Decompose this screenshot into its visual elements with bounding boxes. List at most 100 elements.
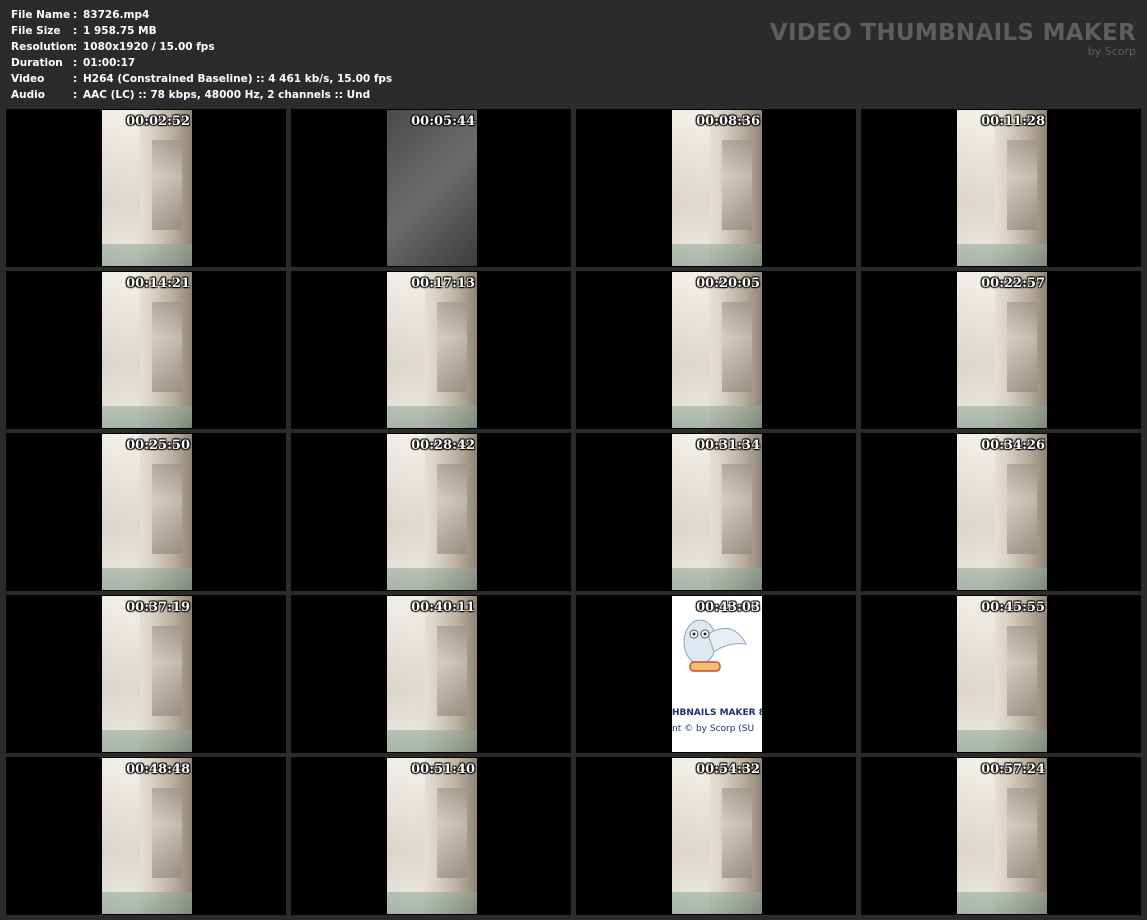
frame-window-shape [722,140,752,230]
video-frame-image [102,758,192,914]
frame-floor-shape [672,568,762,590]
thumbnail-cell[interactable]: 00:11:28 [861,109,1141,267]
frame-floor-shape [957,730,1047,752]
thumbnail-cell[interactable]: 00:08:36 [576,109,856,267]
frame-bed-shape [957,596,995,752]
frame-bed-shape [672,272,710,428]
frame-floor-shape [672,406,762,428]
frame-bed-shape [102,272,140,428]
frame-floor-shape [672,892,762,914]
frame-floor-shape [957,406,1047,428]
frame-window-shape [1007,788,1037,878]
timestamp-label: 00:43:03 [696,600,760,615]
meta-separator: : [73,9,78,21]
meta-value: 83726.mp4 [83,9,150,21]
frame-floor-shape [102,244,192,266]
frame-window-shape [437,302,467,392]
thumbnail-cell[interactable]: 00:57:24 [861,757,1141,915]
frame-window-shape [1007,464,1037,554]
frame-window-shape [722,788,752,878]
meta-separator: : [73,89,78,101]
timestamp-label: 00:05:44 [411,114,475,129]
frame-bed-shape [957,434,995,590]
thumbnail-cell[interactable]: 00:45:55 [861,595,1141,753]
meta-value: 01:00:17 [83,57,136,69]
brand-subtitle: by Scorp [1087,45,1136,58]
frame-window-shape [152,140,182,230]
video-frame-image [102,272,192,428]
thumbnail-cell[interactable]: 00:40:11 [291,595,571,753]
brand-title: VIDEO THUMBNAILS MAKER [769,20,1136,46]
video-frame-image [957,758,1047,914]
frame-floor-shape [387,730,477,752]
brand-logo: VIDEO THUMBNAILS MAKER by Scorp [770,20,1136,58]
frame-window-shape [152,464,182,554]
frame-window-shape [1007,626,1037,716]
thumbnail-cell[interactable]: 00:34:26 [861,433,1141,591]
timestamp-label: 00:40:11 [411,600,475,615]
video-frame-image [387,110,477,266]
frame-window-shape [1007,140,1037,230]
thumbnail-cell[interactable]: HBNAILS MAKER 8 nt © by Scorp (SU 00:43:03 [576,595,856,753]
thumbnail-cell[interactable]: 00:51:40 [291,757,571,915]
timestamp-label: 00:54:32 [696,762,760,777]
thumbnail-cell[interactable]: 00:22:57 [861,271,1141,429]
meta-row-audio: Audio : AAC (LC) :: 78 kbps, 48000 Hz, 2… [11,87,392,103]
timestamp-label: 00:08:36 [696,114,760,129]
video-frame-image [672,272,762,428]
meta-separator: : [73,41,78,53]
meta-value: H264 (Constrained Baseline) :: 4 461 kb/… [83,73,393,85]
video-frame-image [957,272,1047,428]
video-frame-image [102,596,192,752]
meta-separator: : [73,25,78,37]
logo-text-line2: nt © by Scorp (SU [672,724,755,734]
thumbnail-cell[interactable]: 00:28:42 [291,433,571,591]
frame-window-shape [722,302,752,392]
logo-frame-image: HBNAILS MAKER 8 nt © by Scorp (SU [672,596,762,752]
frame-floor-shape [387,892,477,914]
meta-row-duration: Duration : 01:00:17 [11,55,392,71]
frame-bed-shape [957,272,995,428]
timestamp-label: 00:31:34 [696,438,760,453]
timestamp-label: 00:34:26 [981,438,1045,453]
meta-label: Resolution [11,41,75,53]
thumbnail-cell[interactable]: 00:25:50 [6,433,286,591]
video-frame-image [387,272,477,428]
meta-value: 1 958.75 MB [83,25,157,37]
timestamp-label: 00:22:57 [981,276,1045,291]
frame-floor-shape [102,892,192,914]
thumbnail-cell[interactable]: 00:05:44 [291,109,571,267]
frame-floor-shape [672,244,762,266]
frame-bed-shape [102,434,140,590]
thumbnail-cell[interactable]: 00:02:52 [6,109,286,267]
frame-bed-shape [102,758,140,914]
frame-floor-shape [102,406,192,428]
frame-window-shape [152,626,182,716]
frame-floor-shape [387,568,477,590]
thumbnail-cell[interactable]: 00:48:48 [6,757,286,915]
frame-floor-shape [102,568,192,590]
frame-floor-shape [387,406,477,428]
frame-window-shape [437,626,467,716]
thumbnail-cell[interactable]: 00:17:13 [291,271,571,429]
owl-icon [683,619,747,672]
frame-bed-shape [672,758,710,914]
frame-bed-shape [102,110,140,266]
video-frame-image [387,758,477,914]
frame-window-shape [1007,302,1037,392]
thumbnail-cell[interactable]: 00:31:34 [576,433,856,591]
thumbnail-cell[interactable]: 00:20:05 [576,271,856,429]
meta-row-resolution: Resolution : 1080x1920 / 15.00 fps [11,39,392,55]
video-frame-image [672,110,762,266]
timestamp-label: 00:57:24 [981,762,1045,777]
timestamp-label: 00:14:21 [126,276,190,291]
timestamp-label: 00:45:55 [981,600,1045,615]
frame-window-shape [152,302,182,392]
thumbnail-cell[interactable]: 00:54:32 [576,757,856,915]
video-frame-image [672,758,762,914]
timestamp-label: 00:48:48 [126,762,190,777]
thumbnail-cell[interactable]: 00:37:19 [6,595,286,753]
thumbnail-cell[interactable]: 00:14:21 [6,271,286,429]
frame-window-shape [152,788,182,878]
frame-window-shape [437,788,467,878]
